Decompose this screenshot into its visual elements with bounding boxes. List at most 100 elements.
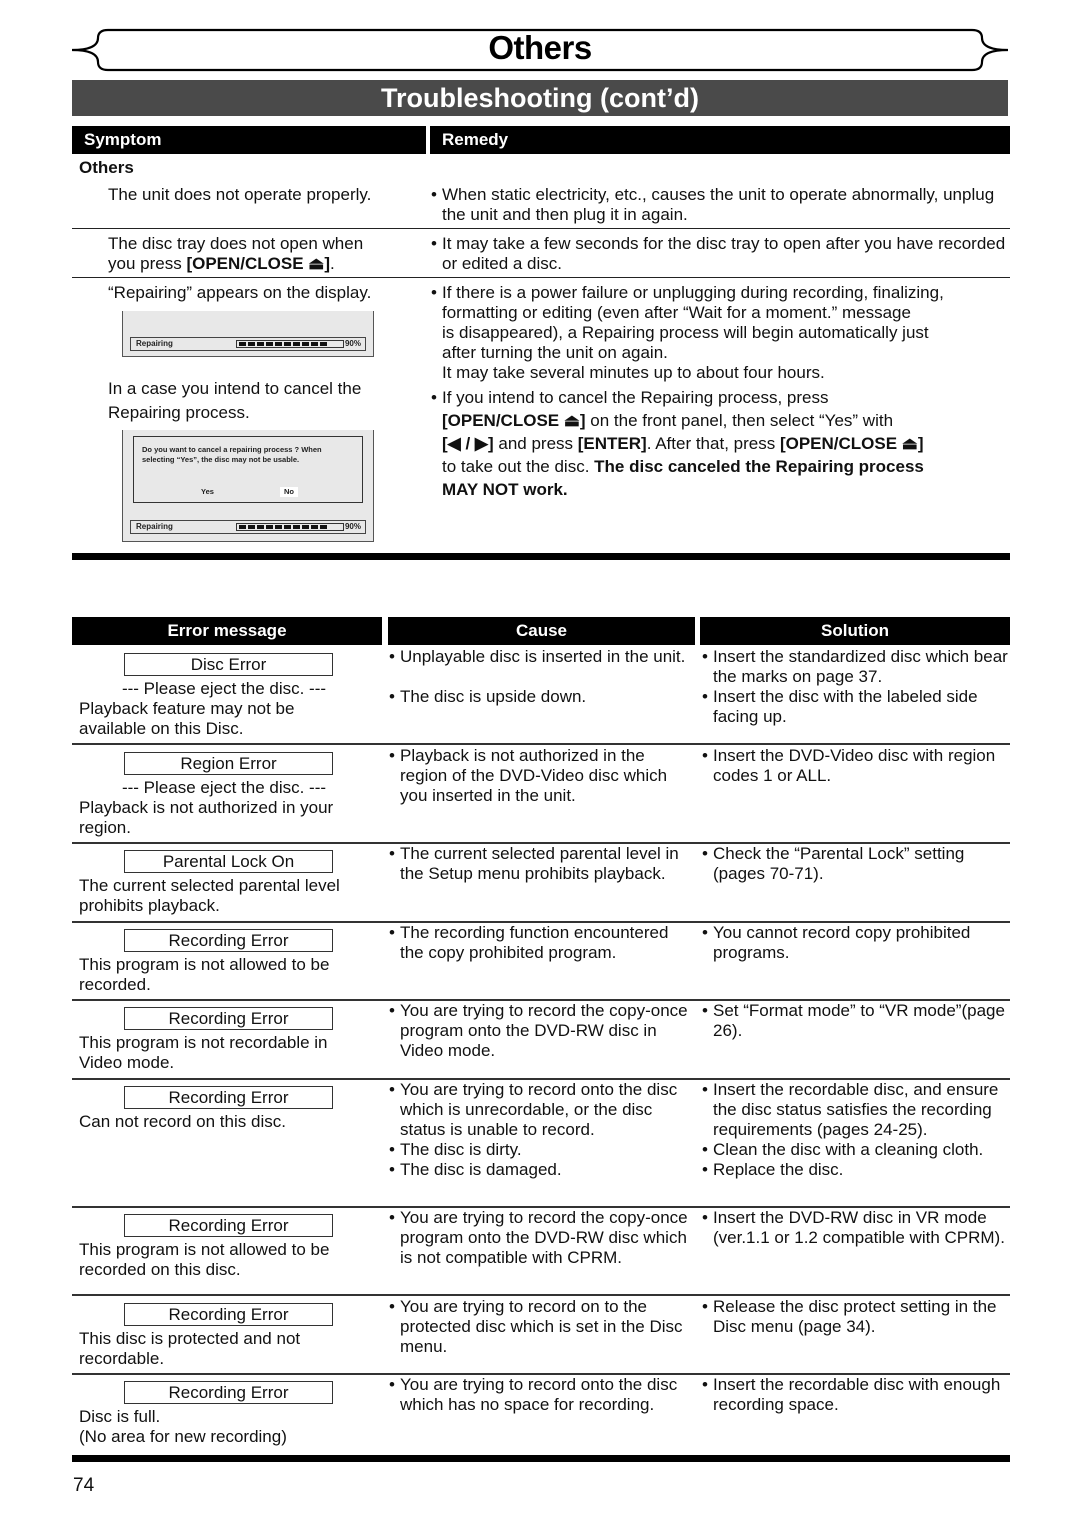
column-header-solution: Solution (700, 617, 1010, 645)
error-detail: --- Please eject the disc. --- Playback f… (79, 679, 379, 739)
column-header-symptom: Symptom (72, 126, 426, 154)
remedy-line: is disappeared), a Repairing process wil… (442, 323, 929, 342)
solution-item: Release the disc protect setting in the … (702, 1297, 1010, 1337)
remedy-text: on the front panel, then select “Yes” wi… (585, 411, 894, 430)
error-detail: This program is not recordable in Video m… (79, 1033, 379, 1073)
error-detail: This program is not allowed to be recorde… (79, 1240, 379, 1280)
remedy-line: [◀ / ▶] and press [ENTER]. After that, p… (442, 432, 1016, 455)
remedy-item: If you intend to cancel the Repairing pr… (431, 386, 1016, 501)
error-message-box: Recording Error (124, 929, 333, 952)
remedy-line: If you intend to cancel the Repairing pr… (442, 388, 829, 407)
display-screen-repairing: Repairing 90% (122, 311, 374, 357)
repairing-progress-bar: Repairing 90% (130, 337, 366, 351)
solution-item: You cannot record copy prohibited progra… (702, 923, 1010, 963)
remedy-line: after turning the unit on again. (442, 343, 668, 362)
error-detail-line: Playback is not authorized in your (79, 798, 334, 817)
arrow-keys-label: [◀ / ▶] (442, 434, 494, 453)
page-number: 74 (73, 1475, 95, 1496)
progress-segment (311, 525, 318, 529)
column-header-error-message: Error message (72, 617, 382, 645)
row-divider (72, 1294, 1010, 1296)
progress-segment (248, 525, 255, 529)
error-detail-line: This program is not recordable in (79, 1033, 328, 1052)
row-divider (72, 277, 1010, 278)
progress-label: Repairing (136, 339, 173, 348)
progress-segment (302, 342, 309, 346)
progress-segment (257, 342, 264, 346)
section-title: Troubleshooting (cont’d) (72, 80, 1008, 116)
cause-item: The disc is damaged. (389, 1160, 689, 1180)
progress-segment (248, 342, 255, 346)
symptom-line: you press [OPEN/CLOSE ⏏]. (108, 254, 363, 274)
remedy-line: It may take several minutes up to about … (442, 363, 825, 382)
error-detail-line: This program is not allowed to be (79, 955, 330, 974)
progress-segment (311, 342, 318, 346)
cause-item: The recording function encountered the c… (389, 923, 689, 963)
cause-item: You are trying to record the copy-once p… (389, 1001, 689, 1061)
cause-item: The disc is dirty. (389, 1140, 689, 1160)
category-label: Others (79, 158, 134, 177)
error-detail: Disc is full. (No area for new recording) (79, 1407, 379, 1447)
error-detail: This disc is protected and not recordable… (79, 1329, 379, 1369)
progress-track (236, 523, 344, 531)
remedy-line: formatting or editing (even after “Wait … (442, 303, 911, 322)
remedy-text: . After that, press (646, 434, 780, 453)
solution-item: Replace the disc. (702, 1160, 1010, 1180)
remedy-line: If there is a power failure or unpluggin… (442, 283, 944, 302)
progress-segment (293, 525, 300, 529)
cause-item: Unplayable disc is inserted in the unit. (389, 647, 689, 667)
open-close-key-label: [OPEN/CLOSE ⏏] (186, 254, 331, 273)
error-message-box: Disc Error (124, 653, 333, 676)
warning-text: MAY NOT work. (442, 480, 568, 499)
solution-item: Insert the standardized disc which bear … (702, 647, 1010, 687)
solution-item: Insert the DVD-Video disc with region co… (702, 746, 1010, 786)
symptom-text: In a case you intend to cancel the Repai… (108, 379, 362, 422)
error-message-box: Recording Error (124, 1303, 333, 1326)
error-detail-line: Disc is full. (79, 1407, 161, 1426)
remedy-item: It may take a few seconds for the disc t… (431, 234, 1011, 274)
progress-segment (284, 525, 291, 529)
dialog-yes-option[interactable]: Yes (198, 487, 217, 497)
progress-segment (257, 525, 264, 529)
cause-item: Playback is not authorized in the region… (389, 746, 689, 806)
symptom-line: The disc tray does not open when (108, 234, 364, 253)
enter-key-label: [ENTER] (577, 434, 647, 453)
error-detail-line: This disc is protected and not (79, 1329, 301, 1348)
progress-segment (320, 342, 327, 346)
progress-segment (293, 342, 300, 346)
display-screen-cancel-dialog: Do you want to cancel a repairing proces… (122, 430, 374, 542)
cause-item: You are trying to record on to the prote… (389, 1297, 689, 1357)
error-detail-line: Can not record on this disc. (79, 1112, 286, 1131)
error-detail: The current selected parental level prohi… (79, 876, 379, 916)
error-message-box: Recording Error (124, 1214, 333, 1237)
remedy-text: and press (493, 434, 578, 453)
error-detail-line: region. (79, 818, 131, 837)
solution-item: Insert the DVD-RW disc in VR mode (ver.1… (702, 1208, 1010, 1248)
dialog-message: Do you want to cancel a repairing proces… (142, 445, 322, 464)
progress-segment (320, 525, 327, 529)
error-detail-line: --- Please eject the disc. --- (121, 778, 327, 797)
progress-label: Repairing (136, 522, 173, 531)
progress-segment (284, 342, 291, 346)
remedy-line: to take out the disc. The disc canceled … (442, 455, 1016, 478)
column-header-remedy: Remedy (430, 126, 1010, 154)
cancel-repair-dialog: Do you want to cancel a repairing proces… (133, 436, 363, 503)
symptom-text: “Repairing” appears on the display. (108, 283, 372, 302)
error-detail-line: recorded. (79, 975, 151, 994)
progress-segment (275, 525, 282, 529)
row-divider (72, 743, 1010, 745)
error-detail: This program is not allowed to be recorde… (79, 955, 379, 995)
error-message-box: Recording Error (124, 1086, 333, 1109)
solution-item: Insert the recordable disc with enough r… (702, 1375, 1010, 1415)
error-detail-line: recordable. (79, 1349, 165, 1368)
dialog-no-option[interactable]: No (280, 487, 298, 497)
remedy-item: When static electricity, etc., causes th… (431, 185, 1011, 225)
error-detail: --- Please eject the disc. --- Playback i… (79, 778, 379, 838)
repairing-progress-bar: Repairing 90% (130, 520, 366, 534)
remedy-text: to take out the disc. (442, 457, 595, 476)
progress-track (236, 340, 344, 348)
banner-title: Others (488, 29, 592, 66)
symptom-text: The unit does not operate properly. (108, 185, 372, 204)
open-close-key-label: [OPEN/CLOSE ⏏] (442, 411, 586, 430)
solution-item: Set “Format mode” to “VR mode”(page 26). (702, 1001, 1010, 1041)
